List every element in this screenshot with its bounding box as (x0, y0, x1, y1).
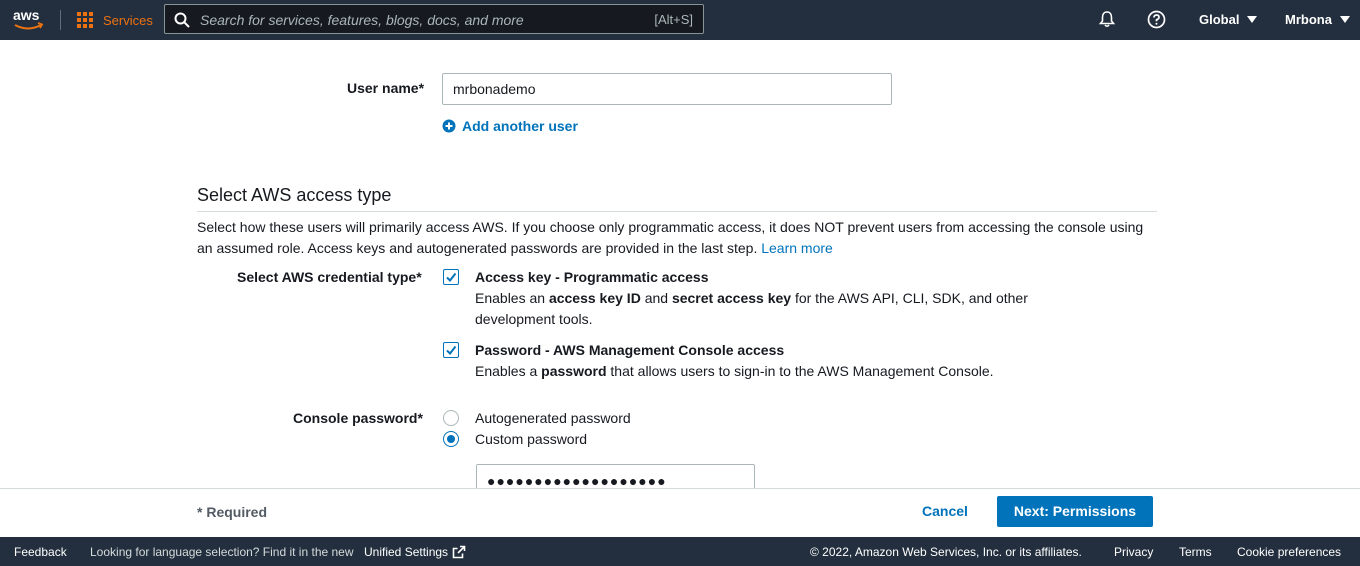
global-search-input[interactable]: Search for services, features, blogs, do… (164, 4, 704, 34)
search-shortcut-hint: [Alt+S] (654, 12, 693, 27)
services-menu-button[interactable]: Services (77, 10, 153, 30)
user-name-input[interactable]: mrbonademo (442, 73, 892, 105)
section-divider (197, 211, 1157, 212)
access-key-checkbox[interactable] (443, 269, 459, 285)
access-key-option-title: Access key - Programmatic access (475, 269, 709, 285)
console-access-option-description: Enables a password that allows users to … (475, 363, 994, 379)
credential-type-label: Select AWS credential type* (237, 269, 422, 285)
custom-password-radio[interactable] (443, 431, 459, 447)
console-access-checkbox[interactable] (443, 342, 459, 358)
autogenerated-password-radio[interactable] (443, 410, 459, 426)
console-access-option-title: Password - AWS Management Console access (475, 342, 785, 358)
search-icon (174, 12, 190, 28)
section-description-text: Select how these users will primarily ac… (197, 219, 1144, 256)
console-password-label: Console password* (293, 410, 423, 426)
bell-icon[interactable] (1098, 10, 1116, 28)
required-note: * Required (197, 504, 268, 520)
checkmark-icon (446, 345, 457, 356)
learn-more-link[interactable]: Learn more (761, 240, 833, 256)
region-label: Global (1199, 12, 1240, 27)
search-placeholder: Search for services, features, blogs, do… (200, 12, 524, 28)
caret-down-icon (1339, 16, 1350, 23)
privacy-link[interactable]: Privacy (1114, 545, 1153, 559)
caret-down-icon (1247, 16, 1258, 23)
user-name-label: User name* (347, 80, 425, 96)
account-label: Mrbona (1285, 12, 1332, 27)
language-note: Looking for language selection? Find it … (90, 545, 354, 559)
unified-settings-label: Unified Settings (364, 545, 449, 559)
unified-settings-link[interactable]: Unified Settings (364, 545, 466, 559)
autogenerated-password-label: Autogenerated password (475, 410, 631, 426)
add-another-user-link[interactable]: Add another user (442, 118, 578, 134)
section-description: Select how these users will primarily ac… (197, 217, 1162, 259)
help-icon[interactable] (1147, 10, 1166, 29)
region-selector[interactable]: Global (1199, 12, 1258, 27)
plus-circle-icon (442, 119, 456, 133)
feedback-link[interactable]: Feedback (14, 545, 67, 559)
access-key-option-description: Enables an access key ID and secret acce… (475, 290, 1028, 327)
nav-divider (60, 10, 61, 30)
services-grid-icon (77, 11, 94, 29)
account-menu[interactable]: Mrbona (1285, 12, 1350, 27)
custom-password-label: Custom password (475, 431, 588, 447)
terms-link[interactable]: Terms (1179, 545, 1212, 559)
copyright-text: © 2022, Amazon Web Services, Inc. or its… (810, 545, 1082, 559)
svg-text:aws: aws (13, 7, 40, 23)
next-permissions-button[interactable]: Next: Permissions (997, 496, 1153, 527)
add-another-user-label: Add another user (462, 118, 578, 134)
external-link-icon (452, 545, 466, 559)
section-title: Select AWS access type (197, 185, 392, 205)
services-label: Services (103, 12, 153, 28)
console-footer: Feedback Looking for language selection?… (0, 537, 1360, 566)
cancel-button[interactable]: Cancel (910, 496, 980, 526)
checkmark-icon (446, 272, 457, 283)
cookie-preferences-link[interactable]: Cookie preferences (1237, 545, 1341, 559)
aws-logo[interactable]: aws (12, 7, 44, 33)
top-navigation-bar: aws Services Search for services, featur… (0, 0, 1360, 40)
